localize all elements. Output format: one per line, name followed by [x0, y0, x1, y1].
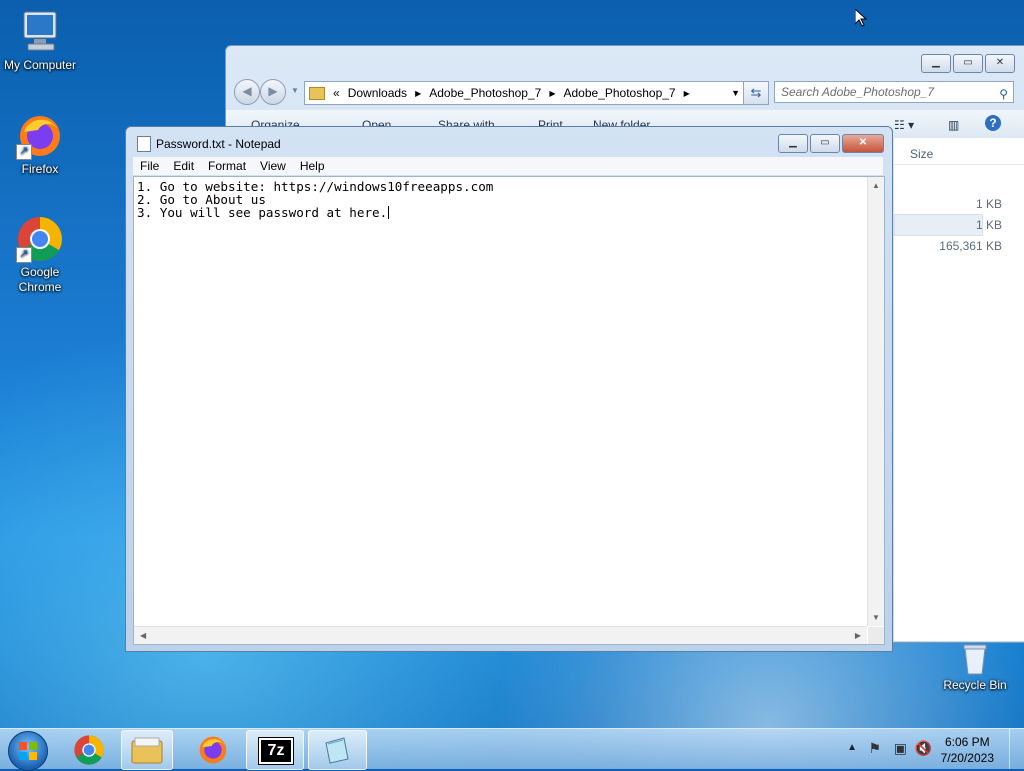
refresh-button[interactable]: ⇆ [743, 81, 769, 105]
network-icon[interactable]: ▣ [894, 740, 907, 757]
notepad-icon [325, 737, 349, 764]
taskbar-explorer[interactable] [121, 730, 173, 770]
show-desktop-button[interactable] [1009, 729, 1024, 769]
desktop-icon-label: Google Chrome [18, 265, 62, 294]
file-size: 1 KB [975, 218, 1002, 232]
desktop-icon-my-computer[interactable]: My Computer [0, 8, 80, 73]
column-header-size[interactable]: Size [894, 138, 1024, 165]
desktop-icon-google-chrome[interactable]: ↗ Google Chrome [0, 215, 80, 295]
chrome-icon: ↗ [16, 215, 64, 263]
minimize-button[interactable]: ▁ [778, 134, 808, 153]
mouse-cursor-icon [854, 7, 868, 30]
folder-icon [131, 737, 163, 764]
vertical-scrollbar[interactable]: ▲ ▼ [867, 177, 884, 626]
breadcrumb-separator-icon[interactable]: ▶ [415, 89, 421, 98]
explorer-window-controls: ▁ ▭ ✕ [921, 54, 1015, 73]
scroll-up-icon[interactable]: ▲ [872, 181, 880, 190]
breadcrumb-item[interactable]: Adobe_Photoshop_7 [429, 86, 541, 100]
start-button[interactable] [8, 731, 48, 771]
breadcrumb-item[interactable]: Adobe_Photoshop_7 [563, 86, 675, 100]
view-options-icon[interactable]: ☷ ▾ [894, 118, 914, 132]
maximize-button[interactable]: ▭ [953, 54, 983, 73]
windows-logo-icon [19, 742, 37, 760]
clock-time: 6:06 PM [944, 735, 990, 749]
window-title: Password.txt - Notepad [156, 137, 281, 151]
search-input[interactable]: Search Adobe_Photoshop_7 ⚲ [774, 81, 1014, 103]
folder-icon [309, 86, 325, 100]
firefox-icon: ↗ [16, 112, 64, 160]
menu-help[interactable]: Help [293, 157, 332, 175]
desktop-icon-firefox[interactable]: ↗ Firefox [0, 112, 80, 177]
text-editor[interactable]: 1. Go to website: https://windows10freea… [133, 176, 885, 645]
recycle-bin-icon [957, 640, 993, 676]
menu-edit[interactable]: Edit [166, 157, 201, 175]
7zip-icon: 7z [258, 737, 294, 765]
breadcrumb-back[interactable]: « [333, 86, 340, 100]
menu-format[interactable]: Format [201, 157, 253, 175]
scroll-right-icon[interactable]: ▶ [855, 631, 861, 640]
address-dropdown-icon[interactable]: ▼ [731, 88, 740, 98]
volume-muted-icon[interactable]: 🔇 [915, 740, 932, 757]
maximize-button[interactable]: ▭ [810, 134, 840, 153]
file-size: 1 KB [975, 197, 1002, 211]
chrome-icon [74, 735, 104, 765]
scroll-down-icon[interactable]: ▼ [872, 613, 880, 622]
file-list[interactable]: Size 1 KB 1 KB 165,361 KB [894, 138, 1024, 641]
address-bar[interactable]: « Downloads ▶ Adobe_Photoshop_7 ▶ Adobe_… [304, 81, 746, 105]
forward-button[interactable]: ▶ [260, 79, 286, 105]
taskbar: 7z ▲ ⚑ ▣ 🔇 6:06 PM 7/20/2023 [0, 728, 1024, 771]
taskbar-firefox[interactable] [185, 730, 241, 768]
taskbar-chrome[interactable] [61, 730, 117, 768]
search-placeholder: Search Adobe_Photoshop_7 [781, 85, 935, 99]
search-icon[interactable]: ⚲ [999, 84, 1008, 104]
desktop-icon-label: Recycle Bin [943, 678, 1007, 692]
clock-date: 7/20/2023 [940, 751, 994, 765]
minimize-button[interactable]: ▁ [921, 54, 951, 73]
menu-file[interactable]: File [133, 157, 166, 175]
resize-grip[interactable] [868, 627, 884, 644]
desktop-icon-recycle-bin[interactable]: Recycle Bin [935, 640, 1015, 693]
file-size: 165,361 KB [939, 239, 1002, 253]
notepad-window-controls: ▁ ▭ ✕ [778, 134, 884, 153]
selected-file-row[interactable] [894, 214, 983, 236]
scroll-left-icon[interactable]: ◀ [140, 631, 146, 640]
notepad-window[interactable]: Password.txt - Notepad ▁ ▭ ✕ File Edit F… [125, 126, 893, 652]
taskbar-7zip[interactable]: 7z [246, 730, 304, 770]
desktop-icon-label: My Computer [3, 58, 77, 72]
text-line: 3. You will see password at here. [137, 205, 388, 220]
clock[interactable]: 6:06 PM 7/20/2023 [941, 734, 994, 766]
breadcrumb-separator-icon[interactable]: ▶ [684, 89, 690, 98]
recent-pages-dropdown-icon[interactable]: ▼ [291, 86, 299, 95]
text-caret [388, 206, 390, 219]
column-header-label: Size [910, 147, 934, 161]
menu-view[interactable]: View [253, 157, 293, 175]
explorer-nav: ◀ ▶ [234, 79, 286, 105]
menu-bar: File Edit Format View Help [133, 157, 883, 175]
action-center-icon[interactable]: ⚑ [868, 740, 881, 757]
show-hidden-icons-icon[interactable]: ▲ [847, 742, 857, 753]
horizontal-scrollbar[interactable]: ◀ ▶ [134, 626, 867, 644]
computer-icon [16, 8, 64, 56]
firefox-icon [199, 736, 227, 764]
close-button[interactable]: ✕ [985, 54, 1015, 73]
shortcut-arrow-icon: ↗ [16, 144, 32, 160]
text-content[interactable]: 1. Go to website: https://windows10freea… [137, 180, 493, 219]
desktop-icon-label: Firefox [21, 162, 59, 176]
preview-pane-icon[interactable]: ▥ [948, 118, 959, 132]
taskbar-notepad[interactable] [308, 730, 367, 770]
notepad-icon [137, 136, 151, 152]
breadcrumb-separator-icon[interactable]: ▶ [549, 89, 555, 98]
close-button[interactable]: ✕ [842, 134, 884, 153]
shortcut-arrow-icon: ↗ [16, 247, 32, 263]
7zip-label: 7z [267, 742, 285, 759]
help-icon[interactable]: ? [985, 115, 1001, 131]
back-button[interactable]: ◀ [234, 79, 260, 105]
breadcrumb-item[interactable]: Downloads [348, 86, 407, 100]
